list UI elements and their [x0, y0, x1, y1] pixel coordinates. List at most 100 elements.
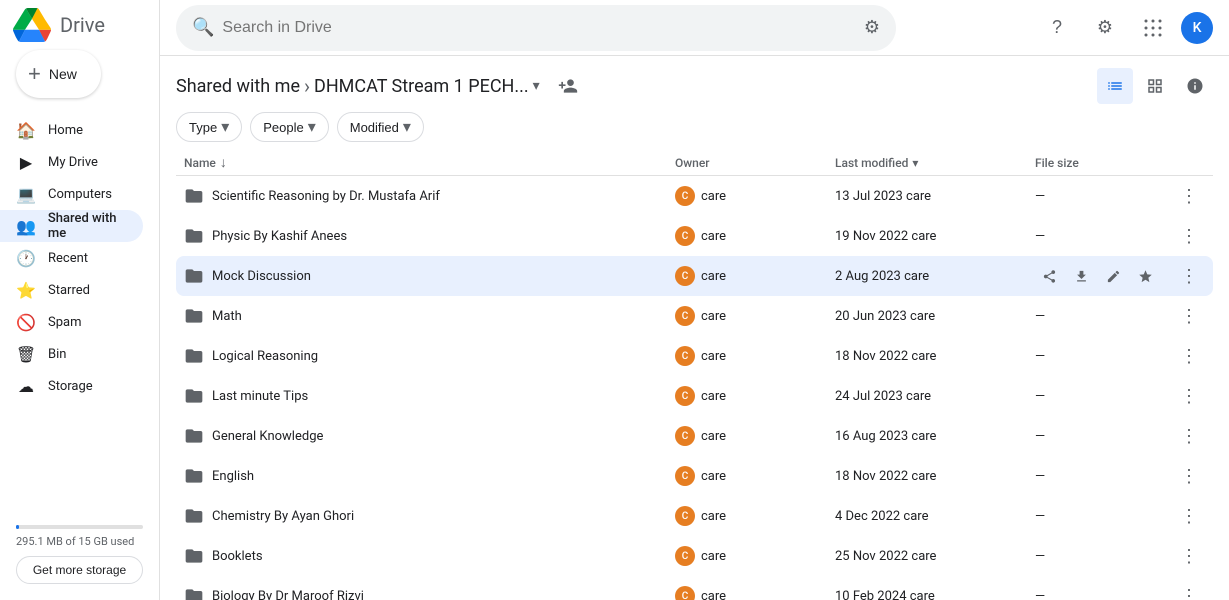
- column-header-modified[interactable]: Last modified ▾: [835, 156, 1035, 170]
- computers-icon: 💻: [16, 184, 36, 204]
- sidebar-item-shared[interactable]: 👥 Shared with me: [0, 210, 143, 242]
- storage-section: 295.1 MB of 15 GB used Get more storage: [0, 517, 159, 592]
- breadcrumb-shared[interactable]: Shared with me: [176, 76, 300, 97]
- new-button[interactable]: + New: [16, 50, 101, 98]
- table-row[interactable]: Biology By Dr Maroof Rizvi C care 10 Feb…: [176, 576, 1213, 600]
- column-header-owner[interactable]: Owner: [675, 156, 835, 170]
- info-button[interactable]: [1177, 68, 1213, 104]
- spam-icon: 🚫: [16, 312, 36, 332]
- folder-dark-icon: [184, 546, 204, 566]
- folder-icon: [184, 226, 204, 246]
- filter-modified[interactable]: Modified▾: [337, 112, 424, 142]
- user-avatar[interactable]: K: [1181, 12, 1213, 44]
- filter-people[interactable]: People▾: [250, 112, 329, 142]
- search-input[interactable]: [222, 19, 855, 37]
- sidebar-item-spam[interactable]: 🚫Spam: [0, 306, 143, 338]
- modified-sort-icon: ▾: [912, 156, 918, 170]
- more-options-button[interactable]: ⋮: [1175, 582, 1203, 600]
- share-action-button[interactable]: [1035, 262, 1063, 290]
- content-header: Shared with me › DHMCAT Stream 1 PECH...…: [160, 56, 1229, 112]
- folder-dark-icon: [184, 586, 204, 600]
- settings-button[interactable]: ⚙: [1085, 8, 1125, 48]
- table-row[interactable]: Last minute Tips C care 24 Jul 2023 care…: [176, 376, 1213, 416]
- filter-type[interactable]: Type▾: [176, 112, 242, 142]
- filter-chevron-type: ▾: [221, 117, 229, 137]
- size-cell: —: [1035, 589, 1175, 600]
- folder-icon: [184, 306, 204, 326]
- grid-view-button[interactable]: [1137, 68, 1173, 104]
- owner-avatar: C: [675, 306, 695, 326]
- owner-avatar: C: [675, 226, 695, 246]
- help-button[interactable]: ?: [1037, 8, 1077, 48]
- column-header-name[interactable]: Name ↓: [184, 154, 675, 171]
- search-filter-icon[interactable]: ⚙: [864, 17, 880, 38]
- folder-chevron-icon[interactable]: ▾: [533, 78, 540, 94]
- sidebar-label-shared: Shared with me: [48, 211, 127, 241]
- table-row[interactable]: Physic By Kashif Anees C care 19 Nov 202…: [176, 216, 1213, 256]
- more-options-button[interactable]: ⋮: [1175, 422, 1203, 450]
- folder-name-text[interactable]: DHMCAT Stream 1 PECH...: [314, 76, 529, 97]
- edit-action-button[interactable]: [1099, 262, 1127, 290]
- owner-avatar: C: [675, 266, 695, 286]
- more-options-button[interactable]: ⋮: [1175, 342, 1203, 370]
- owner-avatar: C: [675, 346, 695, 366]
- get-more-storage-button[interactable]: Get more storage: [16, 556, 143, 584]
- table-row[interactable]: Math C care 20 Jun 2023 care — ⋮: [176, 296, 1213, 336]
- more-options-button[interactable]: ⋮: [1175, 462, 1203, 490]
- owner-name: care: [701, 269, 726, 284]
- sidebar-item-bin[interactable]: 🗑Bin: [0, 338, 143, 370]
- sidebar-item-storage[interactable]: ☁Storage: [0, 370, 143, 402]
- add-person-button[interactable]: [552, 70, 584, 102]
- row-more-actions: ⋮: [1175, 182, 1205, 210]
- starred-icon: ⭐: [16, 280, 36, 300]
- more-options-button[interactable]: ⋮: [1175, 502, 1203, 530]
- download-action-button[interactable]: [1067, 262, 1095, 290]
- sidebar-item-recent[interactable]: 🕐Recent: [0, 242, 143, 274]
- file-name: English: [212, 469, 254, 484]
- plus-icon: +: [28, 61, 41, 87]
- file-name: Booklets: [212, 549, 263, 564]
- size-cell: —: [1035, 389, 1175, 404]
- apps-button[interactable]: [1133, 8, 1173, 48]
- breadcrumb-arrow: ›: [304, 74, 310, 98]
- more-options-button[interactable]: ⋮: [1175, 542, 1203, 570]
- table-row[interactable]: English C care 18 Nov 2022 care — ⋮: [176, 456, 1213, 496]
- owner-cell: C care: [675, 266, 835, 286]
- sidebar-item-mydrive[interactable]: ▶My Drive: [0, 146, 143, 178]
- owner-cell: C care: [675, 546, 835, 566]
- file-name-cell: Mock Discussion: [184, 266, 675, 286]
- more-options-button[interactable]: ⋮: [1175, 222, 1203, 250]
- shared-icon: 👥: [16, 216, 36, 236]
- mydrive-icon: ▶: [16, 152, 36, 172]
- more-options-button[interactable]: ⋮: [1175, 182, 1203, 210]
- table-row[interactable]: Logical Reasoning C care 18 Nov 2022 car…: [176, 336, 1213, 376]
- file-name: Scientific Reasoning by Dr. Mustafa Arif: [212, 189, 440, 204]
- star-action-button[interactable]: [1131, 262, 1159, 290]
- table-row[interactable]: Chemistry By Ayan Ghori C care 4 Dec 202…: [176, 496, 1213, 536]
- modified-cell: 18 Nov 2022 care: [835, 349, 1035, 364]
- sidebar-item-computers[interactable]: 💻 Computers: [0, 178, 143, 210]
- list-view-button[interactable]: [1097, 68, 1133, 104]
- more-options-button[interactable]: ⋮: [1175, 302, 1203, 330]
- size-cell: —: [1035, 509, 1175, 524]
- owner-name: care: [701, 509, 726, 524]
- owner-cell: C care: [675, 426, 835, 446]
- table-row[interactable]: General Knowledge C care 16 Aug 2023 car…: [176, 416, 1213, 456]
- sidebar-item-starred[interactable]: ⭐Starred: [0, 274, 143, 306]
- filter-label-modified: Modified: [350, 120, 399, 135]
- table-row[interactable]: Booklets C care 25 Nov 2022 care — ⋮: [176, 536, 1213, 576]
- table-row[interactable]: Scientific Reasoning by Dr. Mustafa Arif…: [176, 176, 1213, 216]
- sidebar-label-home: Home: [48, 123, 83, 138]
- sidebar-item-home[interactable]: 🏠Home: [0, 114, 143, 146]
- owner-name: care: [701, 309, 726, 324]
- modified-cell: 2 Aug 2023 care: [835, 269, 1035, 284]
- owner-avatar: C: [675, 506, 695, 526]
- more-options-button[interactable]: ⋮: [1175, 382, 1203, 410]
- owner-cell: C care: [675, 466, 835, 486]
- storage-bar-background: [16, 525, 143, 529]
- table-row[interactable]: Mock Discussion C care 2 Aug 2023 care: [176, 256, 1213, 296]
- search-icon: 🔍: [192, 17, 214, 38]
- sidebar-label-computers: Computers: [48, 187, 112, 202]
- more-options-button[interactable]: ⋮: [1175, 262, 1203, 290]
- recent-icon: 🕐: [16, 248, 36, 268]
